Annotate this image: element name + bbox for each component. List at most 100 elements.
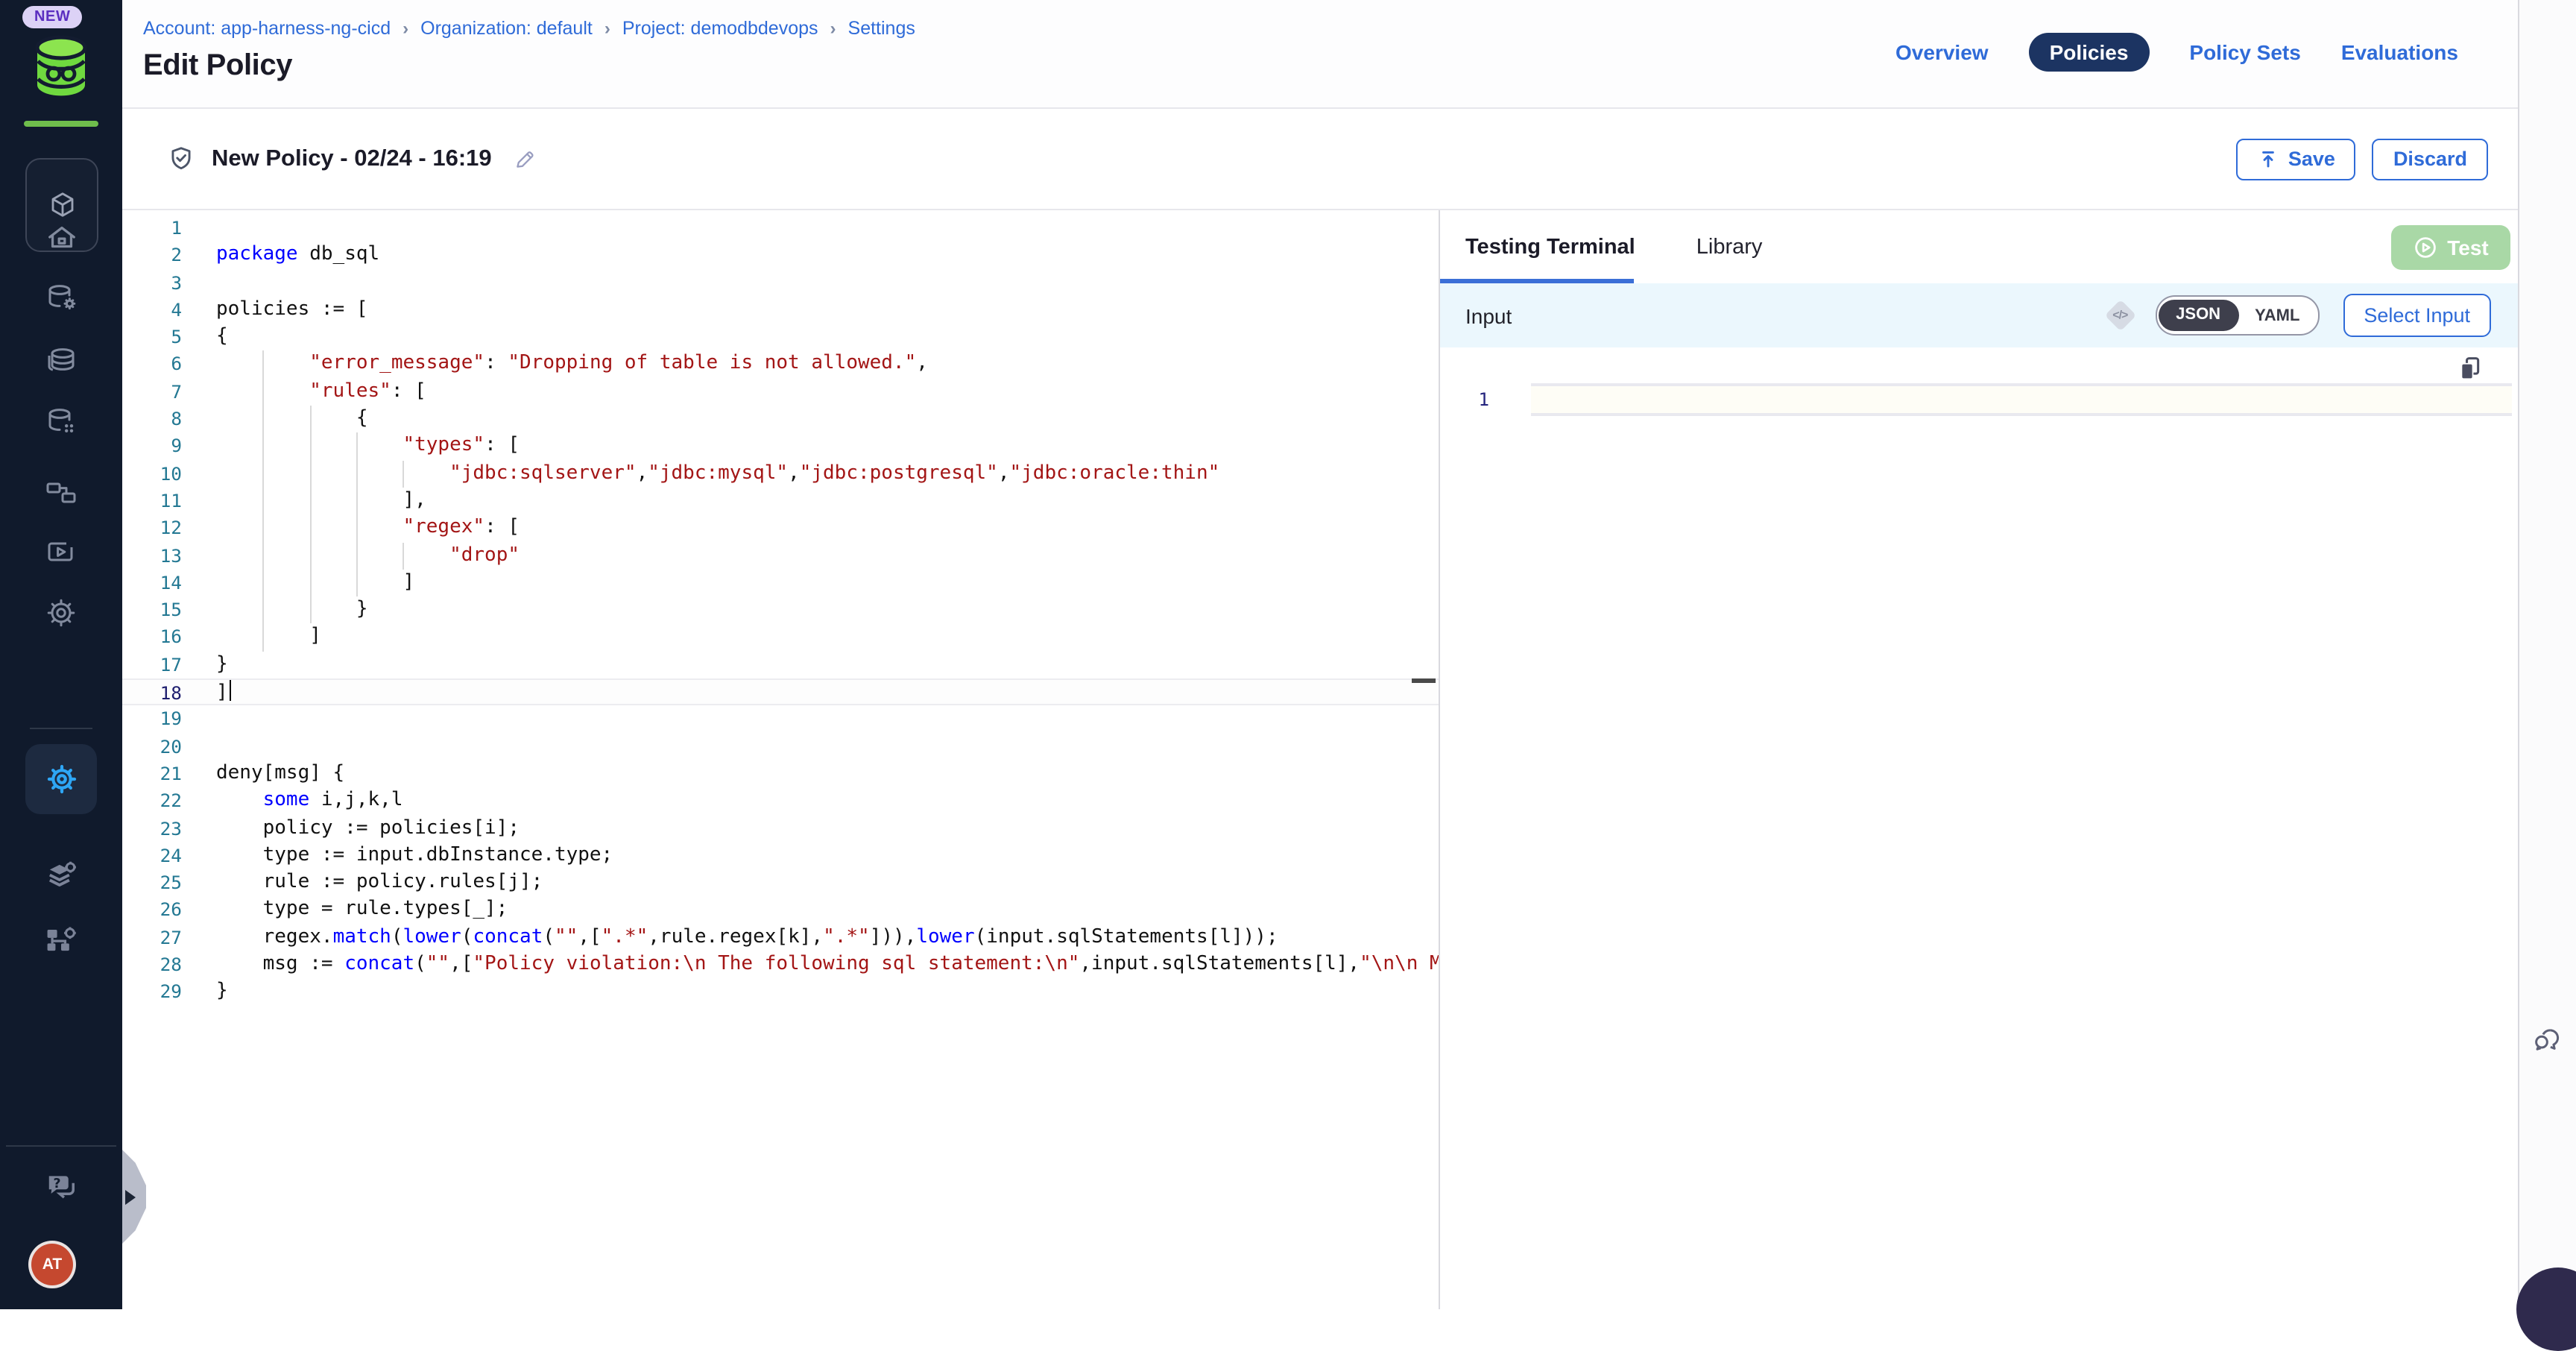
code-line[interactable]: 24 type := input.dbInstance.type; bbox=[122, 843, 1439, 870]
breadcrumb-separator: › bbox=[604, 18, 610, 39]
pipelines-icon[interactable] bbox=[0, 474, 122, 510]
edit-pencil-icon[interactable] bbox=[513, 146, 538, 171]
line-number: 13 bbox=[122, 542, 182, 570]
code-line[interactable]: 2package db_sql bbox=[122, 242, 1439, 270]
code-line[interactable]: 9 "types": [ bbox=[122, 433, 1439, 461]
policy-toolbar: New Policy - 02/24 - 16:19 Save Discard bbox=[122, 109, 2518, 210]
code-line[interactable]: 29} bbox=[122, 979, 1439, 1007]
code-line[interactable]: 27 regex.match(lower(concat("",[".*",rul… bbox=[122, 924, 1439, 951]
policy-nav-tabs: Overview Policies Policy Sets Evaluations bbox=[1895, 33, 2458, 72]
code-line[interactable]: 11 ], bbox=[122, 488, 1439, 515]
tab-policies[interactable]: Policies bbox=[2029, 33, 2150, 72]
code-line[interactable]: 25 rule := policy.rules[j]; bbox=[122, 869, 1439, 897]
line-number: 16 bbox=[122, 624, 182, 652]
page-header: Account: app-harness-ng-cicd › Organizatio… bbox=[122, 0, 2518, 109]
toggle-json[interactable]: JSON bbox=[2158, 300, 2238, 331]
db-instance-settings-icon[interactable] bbox=[0, 280, 122, 316]
input-editor[interactable]: 1 bbox=[1440, 347, 2518, 526]
code-line[interactable]: 7 "rules": [ bbox=[122, 379, 1439, 406]
code-line[interactable]: 5{ bbox=[122, 324, 1439, 351]
org-settings-icon[interactable] bbox=[0, 920, 122, 959]
play-circle-icon bbox=[2413, 236, 2437, 259]
code-line[interactable]: 26 type = rule.types[_]; bbox=[122, 897, 1439, 925]
format-toggle: JSON YAML bbox=[2155, 295, 2319, 336]
home-icon[interactable] bbox=[0, 221, 122, 255]
input-line-number: 1 bbox=[1440, 389, 1489, 410]
tab-policy-sets[interactable]: Policy Sets bbox=[2189, 40, 2300, 64]
toggle-yaml[interactable]: YAML bbox=[2238, 306, 2316, 324]
line-number: 23 bbox=[122, 815, 182, 843]
breadcrumb-separator: › bbox=[830, 18, 836, 39]
breadcrumb-link[interactable]: Settings bbox=[848, 18, 915, 39]
breadcrumb-link[interactable]: Account: app-harness-ng-cicd bbox=[143, 18, 391, 39]
code-line[interactable]: 23 policy := policies[i]; bbox=[122, 815, 1439, 843]
line-number: 24 bbox=[122, 843, 182, 870]
executions-icon[interactable] bbox=[0, 534, 122, 570]
page-title: Edit Policy bbox=[143, 49, 292, 84]
line-number: 21 bbox=[122, 760, 182, 788]
line-number: 26 bbox=[122, 897, 182, 925]
code-editor[interactable]: 12package db_sql34policies := [5{6 "erro… bbox=[122, 210, 1440, 1309]
code-line[interactable]: 13 "drop" bbox=[122, 542, 1439, 570]
code-line[interactable]: 15 } bbox=[122, 596, 1439, 624]
line-number: 8 bbox=[122, 406, 182, 433]
code-line[interactable]: 8 { bbox=[122, 406, 1439, 433]
select-input-button[interactable]: Select Input bbox=[2343, 294, 2491, 337]
new-badge: NEW bbox=[22, 6, 82, 28]
line-number: 12 bbox=[122, 515, 182, 543]
line-number: 1 bbox=[122, 215, 182, 242]
breadcrumb-link[interactable]: Organization: default bbox=[420, 18, 593, 39]
code-line[interactable]: 3 bbox=[122, 269, 1439, 297]
harness-dbdevops-logo-icon[interactable] bbox=[33, 33, 89, 109]
chat-bubbles-icon[interactable] bbox=[2531, 1024, 2563, 1063]
tab-evaluations[interactable]: Evaluations bbox=[2341, 40, 2458, 64]
breadcrumb: Account: app-harness-ng-cicd › Organizatio… bbox=[143, 18, 915, 39]
terminal-tabs-row: Testing Terminal Library Test bbox=[1440, 210, 2518, 283]
input-active-line[interactable] bbox=[1531, 383, 2512, 416]
code-line[interactable]: 18] bbox=[122, 678, 1439, 706]
code-line[interactable]: 6 "error_message": "Dropping of table is… bbox=[122, 351, 1439, 379]
project-settings-active-tile[interactable] bbox=[25, 744, 97, 814]
tab-testing-terminal[interactable]: Testing Terminal bbox=[1465, 235, 1635, 259]
line-number: 20 bbox=[122, 733, 182, 760]
avatar[interactable]: AT bbox=[31, 1244, 73, 1285]
code-line[interactable]: 10 "jdbc:sqlserver","jdbc:mysql","jdbc:p… bbox=[122, 460, 1439, 488]
code-line[interactable]: 16 ] bbox=[122, 624, 1439, 652]
overview-ruler-cursor-mark bbox=[1412, 678, 1436, 683]
line-number: 5 bbox=[122, 324, 182, 351]
line-number: 7 bbox=[122, 379, 182, 406]
test-button[interactable]: Test bbox=[2391, 225, 2510, 270]
db-schema-icon[interactable] bbox=[0, 404, 122, 440]
copy-icon[interactable] bbox=[2458, 356, 2482, 386]
code-line[interactable]: 12 "regex": [ bbox=[122, 515, 1439, 543]
code-line[interactable]: 20 bbox=[122, 733, 1439, 760]
line-number: 4 bbox=[122, 297, 182, 324]
tab-library[interactable]: Library bbox=[1696, 235, 1763, 259]
code-line[interactable]: 22 some i,j,k,l bbox=[122, 787, 1439, 815]
policy-name: New Policy - 02/24 - 16:19 bbox=[212, 145, 492, 172]
line-number: 17 bbox=[122, 652, 182, 679]
line-number: 27 bbox=[122, 924, 182, 951]
chevron-right-icon bbox=[125, 1189, 136, 1204]
save-button[interactable]: Save bbox=[2236, 138, 2356, 180]
settings-gear-icon[interactable] bbox=[0, 595, 122, 631]
code-line[interactable]: 4policies := [ bbox=[122, 297, 1439, 324]
chat-widget-button[interactable] bbox=[2516, 1267, 2576, 1351]
code-line[interactable]: 14 ] bbox=[122, 570, 1439, 597]
line-number: 29 bbox=[122, 979, 182, 1007]
sidebar-divider bbox=[30, 728, 92, 729]
layers-settings-icon[interactable] bbox=[0, 856, 122, 895]
code-line[interactable]: 17} bbox=[122, 652, 1439, 679]
breadcrumb-link[interactable]: Project: demodbdevops bbox=[622, 18, 818, 39]
discard-button[interactable]: Discard bbox=[2373, 138, 2488, 180]
code-line[interactable]: 1 bbox=[122, 215, 1439, 242]
help-icon[interactable]: ? bbox=[0, 1166, 122, 1205]
code-line[interactable]: 19 bbox=[122, 706, 1439, 734]
testing-terminal-panel: Testing Terminal Library Test Input </> … bbox=[1440, 210, 2518, 1309]
line-number: 19 bbox=[122, 706, 182, 734]
tab-overview[interactable]: Overview bbox=[1895, 40, 1989, 64]
code-line[interactable]: 28 msg := concat("",["Policy violation:\… bbox=[122, 951, 1439, 979]
line-number: 10 bbox=[122, 460, 182, 488]
code-line[interactable]: 21deny[msg] { bbox=[122, 760, 1439, 788]
databases-icon[interactable] bbox=[0, 343, 122, 379]
